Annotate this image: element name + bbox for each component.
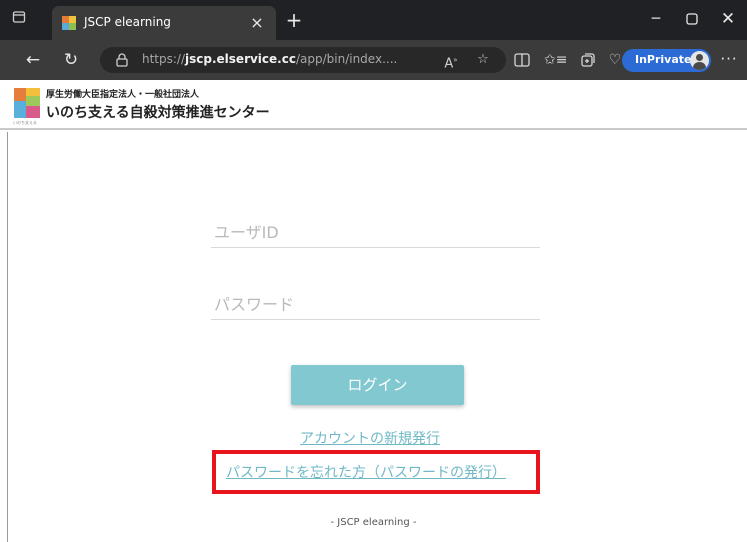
tab-actions-icon[interactable] xyxy=(6,8,32,32)
page-footer: - JSCP elearning - xyxy=(330,517,417,528)
more-options-icon[interactable]: ··· xyxy=(718,50,740,70)
forgot-password-link[interactable]: パスワードを忘れた方（パスワードの発行） xyxy=(226,462,506,482)
browser-tab[interactable]: JSCP elearning × xyxy=(52,6,276,40)
split-screen-icon[interactable] xyxy=(512,50,532,70)
refresh-icon[interactable]: ↻ xyxy=(60,49,82,71)
login-button[interactable]: ログイン xyxy=(291,365,464,405)
back-arrow-icon[interactable]: ← xyxy=(22,49,44,71)
site-favicon-icon xyxy=(62,16,76,30)
new-tab-icon[interactable]: + xyxy=(283,10,305,32)
collections-icon[interactable] xyxy=(578,50,598,70)
site-header: いのち支える 厚生労働大臣指定法人・一般社団法人 いのち支える自殺対策推進センタ… xyxy=(0,80,747,130)
lock-icon[interactable] xyxy=(114,52,130,68)
maximize-icon[interactable] xyxy=(678,6,706,32)
tab-title: JSCP elearning xyxy=(84,15,171,29)
new-account-link[interactable]: アカウントの新規発行 xyxy=(300,428,440,448)
read-aloud-icon[interactable]: A» xyxy=(442,51,460,71)
content-left-border xyxy=(7,132,8,542)
inprivate-label: InPrivate xyxy=(635,53,692,66)
organization-subtitle: 厚生労働大臣指定法人・一般社団法人 xyxy=(46,90,200,100)
organization-name: いのち支える自殺対策推進センター xyxy=(46,105,270,121)
url-text: https://jscp.elservice.cc/app/bin/index.… xyxy=(142,52,398,66)
close-window-icon[interactable]: ✕ xyxy=(714,6,742,32)
logo-caption: いのち支える xyxy=(13,120,37,125)
favorite-star-icon[interactable]: ☆ xyxy=(474,51,492,69)
address-bar[interactable]: https://jscp.elservice.cc/app/bin/index.… xyxy=(100,47,506,73)
minimize-icon[interactable]: ─ xyxy=(642,6,670,32)
close-tab-icon[interactable]: × xyxy=(248,14,266,32)
inprivate-badge[interactable]: InPrivate xyxy=(622,49,711,72)
browser-tab-strip: JSCP elearning × + ─ ✕ xyxy=(0,0,747,40)
user-id-input[interactable] xyxy=(211,218,540,248)
favorites-list-icon[interactable]: ✩≡ xyxy=(544,50,567,70)
organization-logo-icon xyxy=(14,88,40,118)
browser-toolbar: ← ↻ https://jscp.elservice.cc/app/bin/in… xyxy=(0,40,747,80)
profile-avatar-icon xyxy=(690,51,709,70)
password-input[interactable] xyxy=(211,290,540,320)
